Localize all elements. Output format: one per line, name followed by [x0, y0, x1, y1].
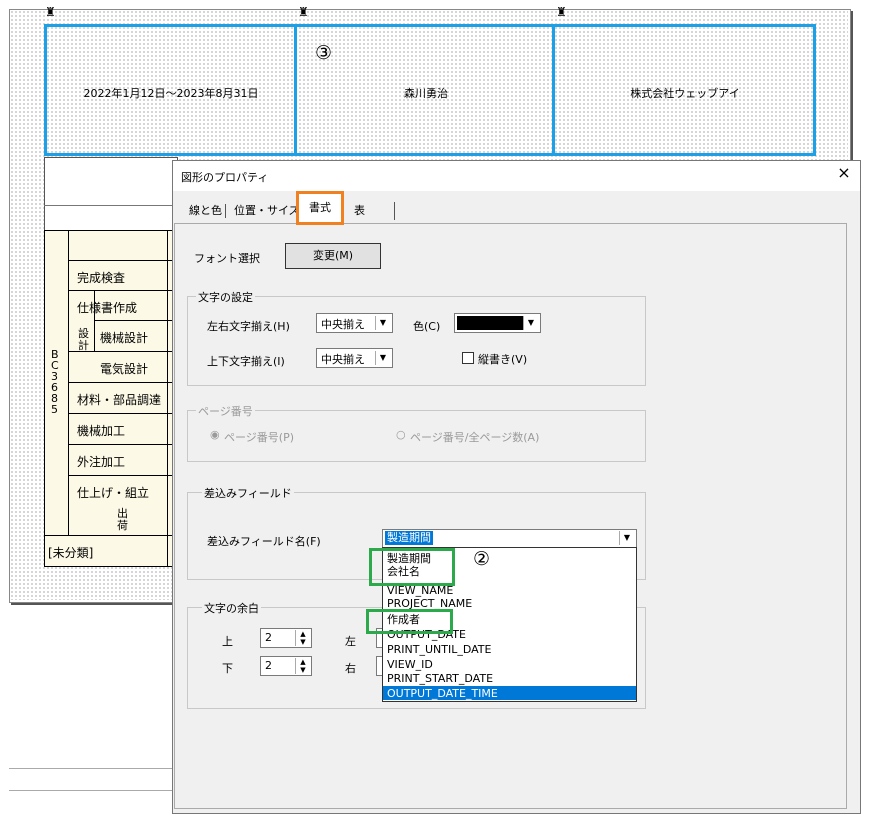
- tab-format[interactable]: 書式: [296, 191, 344, 225]
- highlight-divider: [294, 24, 297, 156]
- unclassified-label: [未分類]: [48, 546, 94, 560]
- divider: [45, 535, 177, 536]
- spin-arrows-icon[interactable]: ▲ ▼: [295, 630, 310, 646]
- v-align-label: 上下文字揃え(I): [207, 355, 285, 368]
- merge-field-select[interactable]: 製造期間 ▼: [382, 529, 637, 548]
- dropdown-option[interactable]: PRINT_START_DATE: [387, 672, 493, 685]
- row-label: 機械設計: [100, 331, 149, 345]
- process-table: 完成検査 仕様書作成 機械設計 電気設計 材料・部品調達 機械加工 外注加工 仕…: [44, 230, 178, 567]
- margin-left-label: 左: [345, 635, 356, 648]
- chevron-down-icon[interactable]: ▼: [375, 316, 390, 330]
- row-label: 材料・部品調達: [77, 393, 162, 407]
- divider: [68, 290, 177, 291]
- dropdown-option[interactable]: VIEW_ID: [387, 658, 433, 671]
- text-settings-group: [187, 296, 646, 386]
- row-label: 外注加工: [77, 455, 126, 469]
- tab-separator: [225, 204, 226, 218]
- highlight-box-green: [369, 548, 455, 586]
- h-align-select[interactable]: 中央揃え ▼: [316, 313, 393, 333]
- v-align-select[interactable]: 中央揃え ▼: [316, 348, 393, 368]
- project-code: BC3685: [51, 348, 59, 416]
- highlight-box-green: [366, 609, 453, 634]
- callout-2: ②: [473, 548, 491, 570]
- tab-position-size[interactable]: 位置・サイズ: [228, 200, 306, 222]
- row-label: 電気設計: [100, 362, 149, 376]
- margin-top-label: 上: [222, 635, 233, 648]
- divider: [68, 413, 177, 414]
- color-swatch: [457, 316, 523, 330]
- font-select-label: フォント選択: [194, 252, 260, 265]
- divider: [68, 475, 177, 476]
- tab-line-color[interactable]: 線と色: [183, 200, 228, 222]
- row-label: 仕上げ・組立: [77, 486, 150, 500]
- status-bar: [9, 768, 173, 808]
- page-number-title: ページ番号: [196, 403, 255, 419]
- h-align-value: 中央揃え: [321, 318, 365, 331]
- margin-bottom-label: 下: [222, 662, 233, 675]
- dropdown-option-selected[interactable]: OUTPUT_DATE_TIME: [387, 687, 498, 700]
- vertical-text-label: 縦書き(V): [478, 353, 528, 366]
- anchor-icon: ♜: [556, 5, 567, 19]
- page-total-option: ページ番号/全ページ数(A): [410, 431, 540, 444]
- margin-top-spinner[interactable]: 2 ▲ ▼: [260, 628, 312, 648]
- margin-bottom-spinner[interactable]: 2 ▲ ▼: [260, 656, 312, 676]
- header-band: [44, 157, 178, 230]
- row-label: 機械加工: [77, 424, 126, 438]
- change-font-button[interactable]: 変更(M): [285, 243, 381, 269]
- divider: [68, 382, 177, 383]
- h-align-label: 左右文字揃え(H): [207, 320, 290, 333]
- merge-field-title: 差込みフィールド: [202, 485, 294, 501]
- tab-separator: [394, 202, 395, 220]
- divider: [9, 790, 173, 791]
- tab-table[interactable]: 表: [348, 200, 371, 222]
- highlight-divider: [552, 24, 555, 156]
- merge-field-label: 差込みフィールド名(F): [207, 535, 321, 548]
- anchor-icon: ♜: [45, 5, 56, 19]
- dropdown-option[interactable]: PRINT_UNTIL_DATE: [387, 643, 491, 656]
- margin-right-label: 右: [345, 662, 356, 675]
- shipping-label: 出荷: [117, 507, 128, 532]
- row-label: 仕様書作成: [77, 301, 138, 315]
- vertical-text-checkbox[interactable]: [462, 352, 474, 364]
- divider: [9, 768, 173, 769]
- radio-page-total[interactable]: ○: [396, 428, 406, 441]
- dialog-titlebar[interactable]: [173, 161, 860, 191]
- text-settings-title: 文字の設定: [196, 289, 255, 305]
- merge-field-value: 製造期間: [385, 531, 433, 545]
- highlight-box-blue: [44, 24, 816, 156]
- anchor-icon: ♜: [298, 5, 309, 19]
- spin-arrows-icon[interactable]: ▲ ▼: [295, 658, 310, 674]
- divider: [94, 320, 177, 321]
- dialog-title: 図形のプロパティ: [181, 171, 269, 184]
- margin-top-value: 2: [265, 631, 272, 644]
- v-align-value: 中央揃え: [321, 353, 365, 366]
- divider: [68, 260, 177, 261]
- text-margin-title: 文字の余白: [202, 600, 261, 616]
- divider: [44, 205, 176, 206]
- divider: [68, 231, 69, 535]
- color-select[interactable]: ▼: [454, 313, 541, 333]
- chevron-down-icon[interactable]: ▼: [619, 531, 634, 545]
- divider: [167, 231, 168, 566]
- page-number-option: ページ番号(P): [224, 431, 294, 444]
- row-label: 完成検査: [77, 271, 126, 285]
- margin-bottom-value: 2: [265, 659, 272, 672]
- chevron-down-icon[interactable]: ▼: [523, 316, 538, 330]
- chevron-down-icon[interactable]: ▼: [375, 351, 390, 365]
- radio-page-number[interactable]: ◉: [210, 428, 220, 441]
- divider: [68, 444, 177, 445]
- design-group-label: 設計: [78, 327, 89, 352]
- color-label: 色(C): [413, 320, 441, 333]
- close-icon[interactable]: ×: [834, 163, 854, 185]
